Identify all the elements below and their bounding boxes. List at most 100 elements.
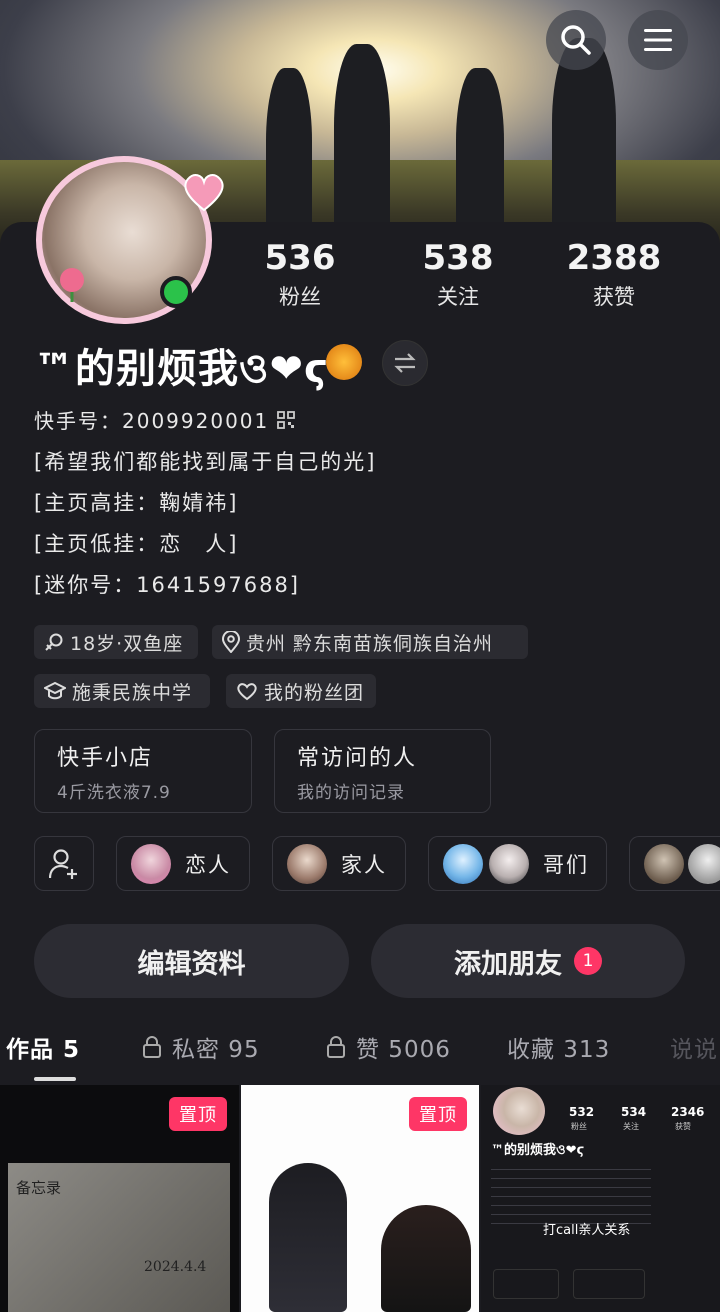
brother-avatar-1 (443, 843, 483, 884)
menu-button[interactable] (628, 10, 688, 70)
likes-label: 获赞 (593, 285, 635, 309)
graduation-cap-icon (44, 681, 66, 700)
age-zodiac-text: 18岁·双鱼座 (70, 632, 184, 655)
qr-code-icon (277, 410, 296, 429)
work-thumbnail-2[interactable]: 置顶 (241, 1085, 479, 1312)
more-avatar-1 (644, 843, 684, 884)
tab-active-indicator (34, 1077, 76, 1081)
kwai-shop-entry[interactable]: 快手小店 4斤洗衣液7.9 (34, 729, 252, 813)
heart-hands-icon (237, 683, 257, 701)
banner-figure-4 (552, 38, 616, 250)
lock-icon (327, 1036, 345, 1058)
following-count: 538 (422, 238, 494, 278)
rose-decoration-icon (60, 268, 84, 302)
relation-lover[interactable]: 恋人 (116, 836, 250, 891)
tab-liked-label: 赞 5006 (356, 1037, 451, 1063)
mini-overlay-text: 打call亲人关系 (543, 1223, 631, 1238)
memo-photo: 备忘录 2024.4.4 (8, 1163, 230, 1312)
edit-profile-button[interactable]: 编辑资料 (34, 924, 349, 998)
followers-label: 粉丝 (279, 285, 321, 309)
tab-favorites-label: 收藏 313 (507, 1037, 611, 1063)
tab-liked[interactable]: 赞 5006 (326, 1030, 451, 1064)
more-avatar-2 (688, 843, 720, 884)
shop-subtitle: 4斤洗衣液7.9 (57, 783, 171, 803)
tab-works[interactable]: 作品 5 (6, 1030, 80, 1064)
tab-private[interactable]: 私密 95 (142, 1030, 260, 1064)
user-id: 快手号：2009920001 (34, 409, 270, 433)
switch-account-button[interactable] (382, 340, 428, 386)
stat-likes[interactable]: 2388 获赞 (544, 236, 684, 312)
brother-avatar-2 (489, 843, 529, 884)
tab-moments[interactable]: 说说 (670, 1030, 720, 1064)
tab-private-label: 私密 95 (172, 1037, 260, 1063)
mini-stat-label-3: 获赞 (675, 1122, 691, 1131)
mini-box-2 (573, 1269, 645, 1299)
relation-family[interactable]: 家人 (272, 836, 406, 891)
add-friend-button[interactable]: 添加朋友 1 (371, 924, 685, 998)
mini-avatar (493, 1087, 545, 1135)
relation-brothers[interactable]: 哥们 (428, 836, 607, 891)
person-figure-1 (269, 1163, 347, 1312)
level-badge-icon[interactable] (326, 344, 362, 380)
mini-stat-label-1: 粉丝 (571, 1122, 587, 1131)
add-person-icon (49, 848, 77, 879)
avatar[interactable] (32, 152, 224, 327)
bio-line-4: [迷你号：1641597688] (34, 573, 300, 597)
school-text: 施秉民族中学 (72, 681, 193, 704)
location-tag[interactable]: 贵州 黔东南苗族侗族自治州 (212, 625, 528, 659)
lover-label: 恋人 (185, 852, 231, 877)
mini-stat-2: 534 (621, 1105, 647, 1119)
visitors-title: 常访问的人 (297, 746, 418, 771)
work-thumbnail-1[interactable]: 备忘录 2024.4.4 置顶 (0, 1085, 239, 1312)
mini-name: ™的别烦我ও❤ϛ (491, 1143, 585, 1158)
visitors-subtitle: 我的访问记录 (297, 783, 405, 803)
online-status-dot (160, 276, 192, 308)
relation-more[interactable] (629, 836, 720, 891)
add-friend-badge: 1 (574, 947, 602, 975)
memo-title: 备忘录 (16, 1179, 62, 1197)
shop-title: 快手小店 (57, 746, 154, 771)
mini-stat-3: 2346 (671, 1105, 705, 1119)
family-avatar (287, 843, 327, 884)
user-id-row[interactable]: 快手号：2009920001 (34, 405, 296, 434)
stat-following[interactable]: 538 关注 (388, 236, 528, 312)
mini-box-1 (493, 1269, 559, 1299)
location-text: 贵州 黔东南苗族侗族自治州 (246, 632, 494, 655)
fans-group-text: 我的粉丝团 (264, 681, 365, 704)
pinned-badge: 置顶 (169, 1097, 227, 1131)
person-figure-2 (381, 1205, 471, 1312)
add-relation-button[interactable] (34, 836, 94, 891)
age-zodiac-tag[interactable]: 18岁·双鱼座 (34, 625, 198, 659)
tab-works-label: 作品 5 (6, 1037, 81, 1063)
stat-followers[interactable]: 536 粉丝 (230, 236, 370, 312)
search-icon (561, 25, 591, 55)
school-tag[interactable]: 施秉民族中学 (34, 674, 210, 708)
lock-icon (143, 1036, 161, 1058)
tab-favorites[interactable]: 收藏 313 (507, 1030, 610, 1064)
likes-count: 2388 (566, 238, 662, 278)
gender-icon (45, 633, 63, 651)
edit-profile-label: 编辑资料 (137, 948, 246, 980)
brothers-label: 哥们 (543, 852, 589, 877)
bio-line-3: [主页低挂：恋 人] (34, 532, 239, 556)
location-pin-icon (222, 631, 240, 653)
menu-icon (644, 29, 672, 51)
banner-figure-2 (334, 44, 390, 250)
fans-group-tag[interactable]: 我的粉丝团 (226, 674, 376, 708)
following-label: 关注 (437, 285, 479, 309)
family-label: 家人 (341, 852, 387, 877)
memo-date: 2024.4.4 (144, 1259, 207, 1275)
bio-line-1: [希望我们都能找到属于自己的光] (34, 450, 377, 474)
profile-name: ™的别烦我ও❤ϛ (34, 346, 329, 392)
work-thumbnail-3[interactable]: 532 534 2346 粉丝 关注 获赞 ™的别烦我ও❤ϛ 打call亲人关系 (481, 1085, 720, 1312)
heart-decoration-icon (184, 174, 224, 212)
swap-icon (394, 353, 416, 373)
frequent-visitors-entry[interactable]: 常访问的人 我的访问记录 (274, 729, 491, 813)
search-button[interactable] (546, 10, 606, 70)
followers-count: 536 (264, 238, 336, 278)
tab-moments-label: 说说 (670, 1037, 718, 1063)
pinned-badge: 置顶 (409, 1097, 467, 1131)
mini-stat-1: 532 (569, 1105, 595, 1119)
lover-avatar (131, 843, 171, 884)
add-friend-label: 添加朋友 (454, 948, 562, 980)
